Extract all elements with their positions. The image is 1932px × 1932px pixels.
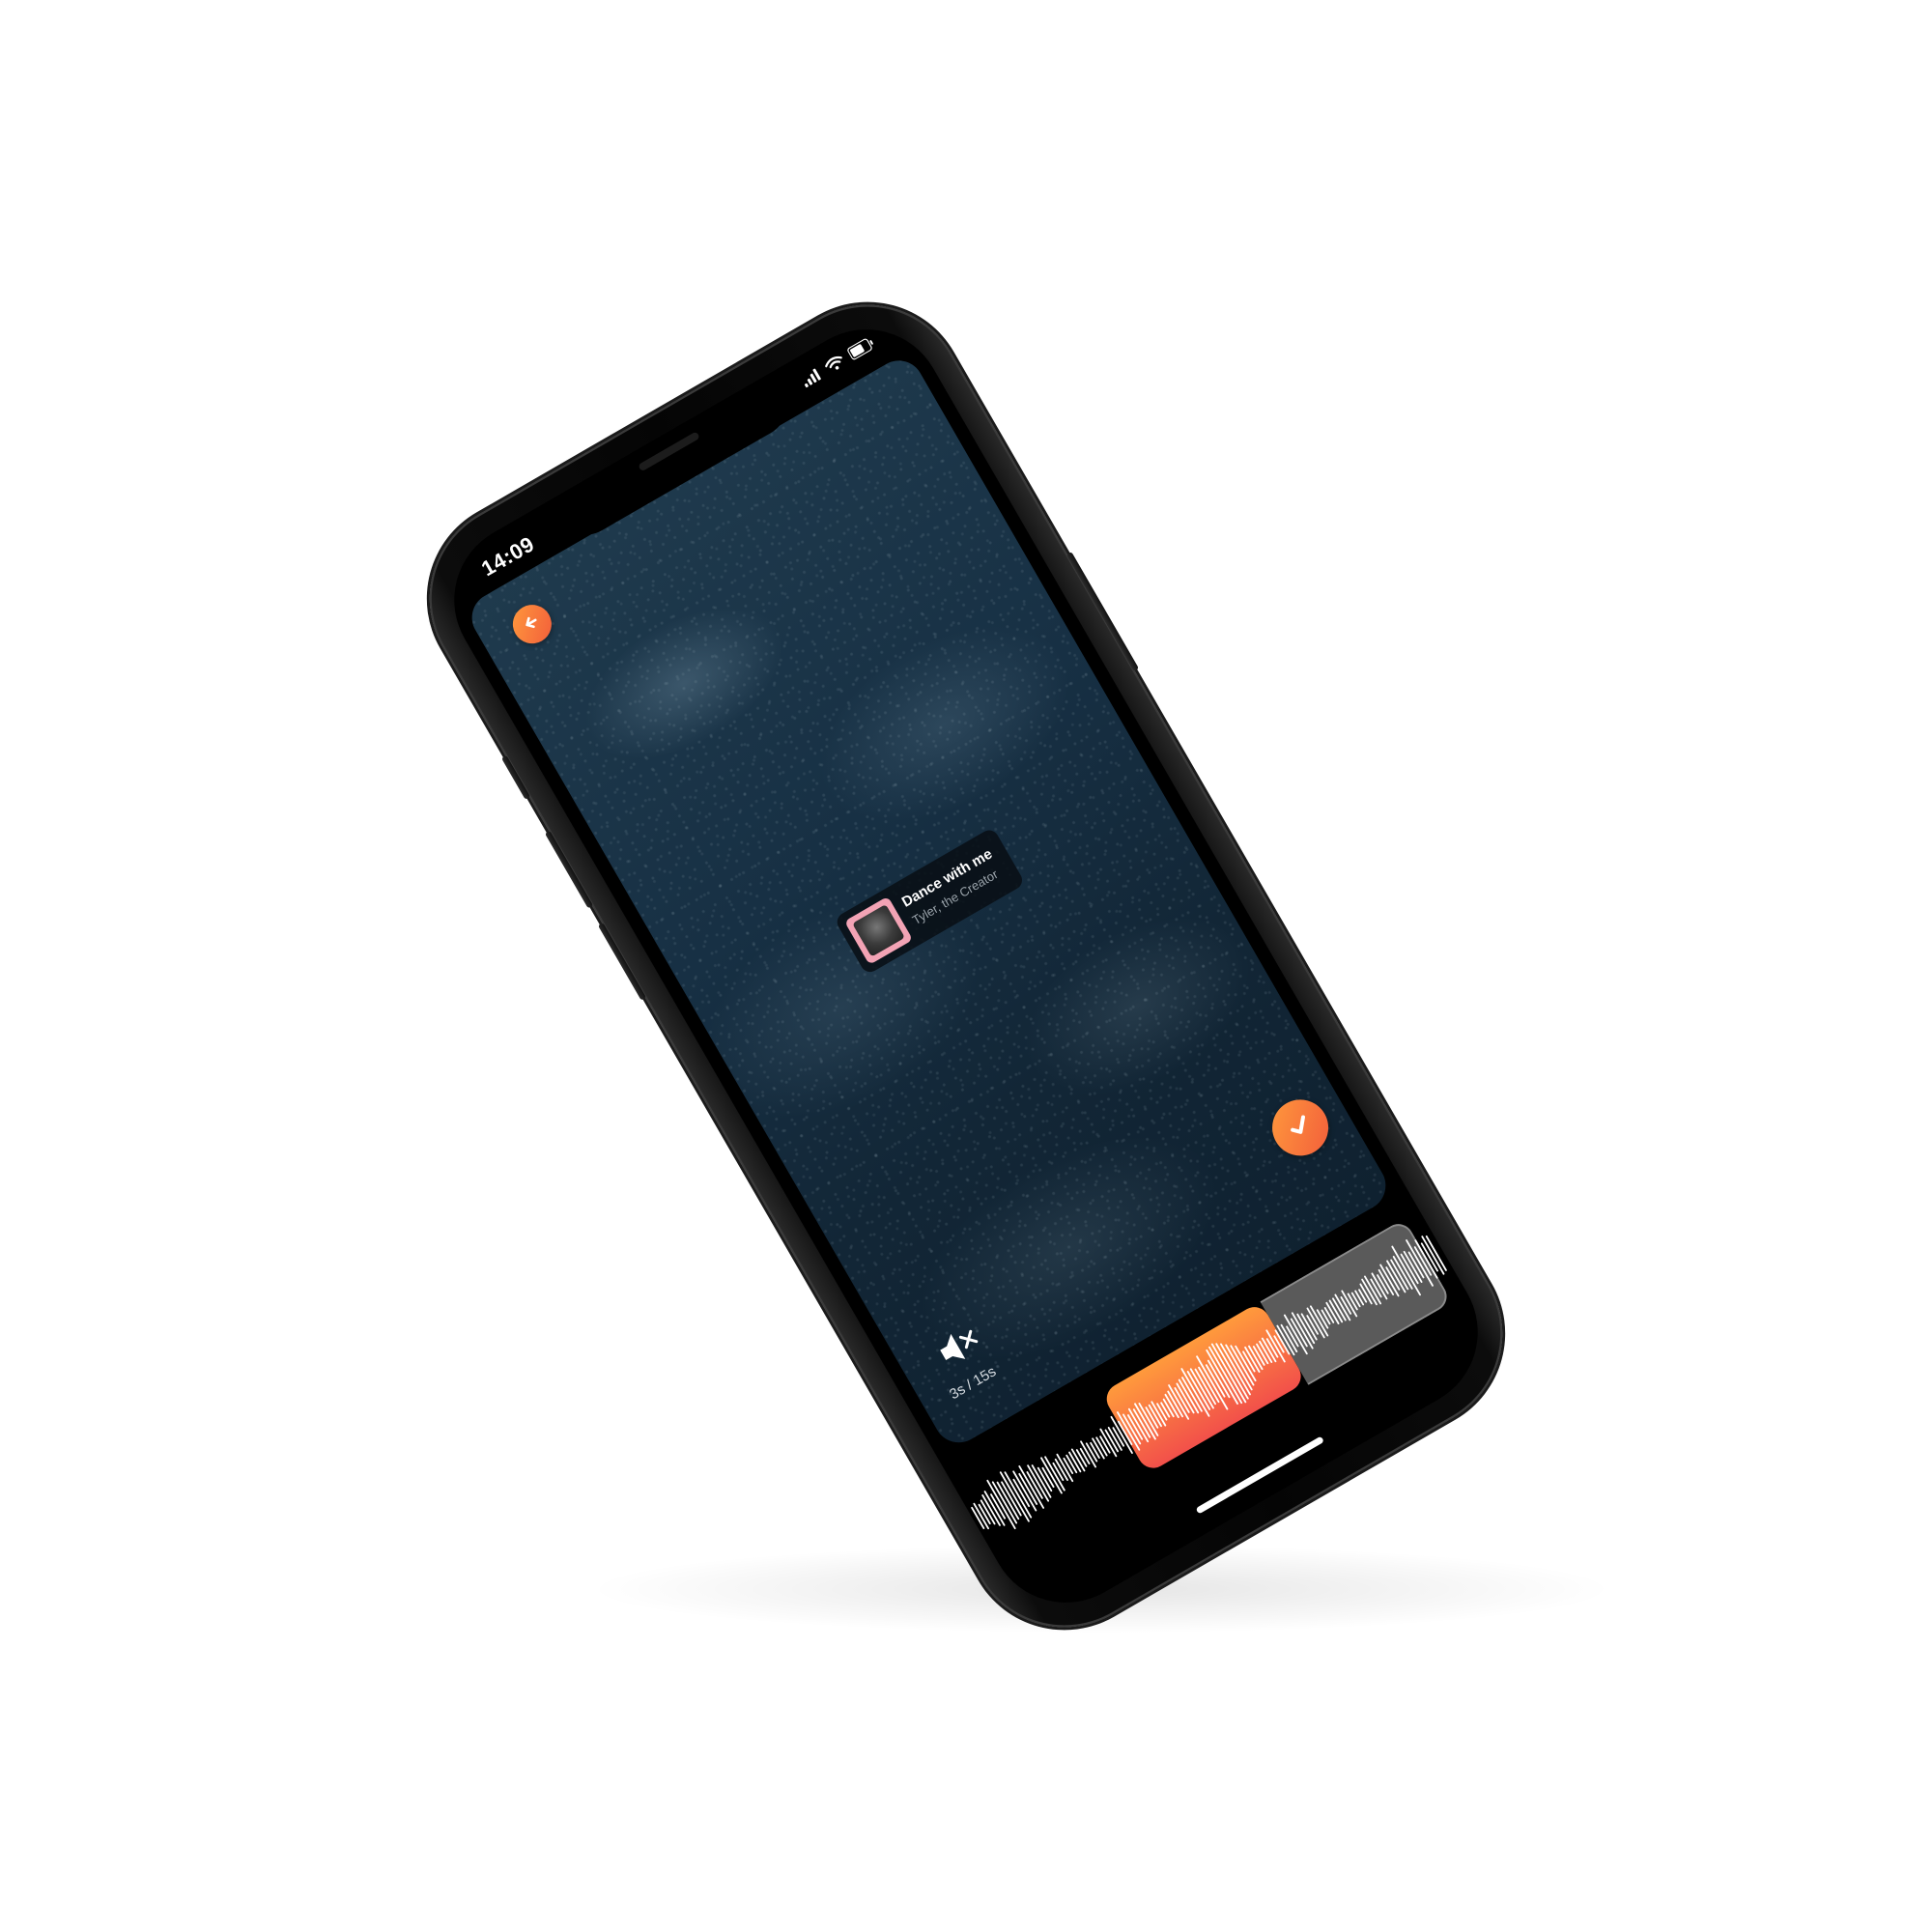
waveform-bar	[986, 1479, 1016, 1530]
waveform-bar	[1001, 1481, 1022, 1517]
waveform-bar	[1044, 1456, 1065, 1492]
waveform-bar	[1127, 1407, 1150, 1443]
phone-screen: 14:09 Dance with me Tyler, the Creator 3…	[426, 300, 1506, 1632]
waveform-bar	[1235, 1345, 1257, 1382]
mockup-stage: 14:09 Dance with me Tyler, the Creator 3…	[0, 0, 1932, 1932]
album-art	[844, 895, 914, 965]
waveform-bar	[1080, 1440, 1097, 1468]
arrow-left-icon	[518, 609, 547, 639]
waveform-bar	[1194, 1368, 1217, 1406]
waveform-bar	[1167, 1390, 1184, 1418]
battery-icon	[846, 335, 879, 364]
cellular-signal-icon	[800, 366, 826, 391]
waveform-bar	[1099, 1428, 1118, 1458]
waveform-bar	[1180, 1368, 1210, 1417]
wifi-icon	[823, 353, 849, 378]
waveform-bar	[999, 1471, 1030, 1522]
waveform-bar	[1280, 1323, 1298, 1353]
waveform-bar	[1371, 1272, 1388, 1300]
checkmark-icon	[1279, 1106, 1321, 1150]
phone-device: 14:09 Dance with me Tyler, the Creator 3…	[394, 270, 1538, 1662]
waveform-bar	[983, 1491, 1006, 1526]
waveform-bar	[1012, 1478, 1031, 1508]
album-photo	[852, 903, 905, 957]
waveform-bar	[1178, 1378, 1200, 1414]
waveform-bar	[1290, 1318, 1308, 1348]
waveform-bar	[1198, 1366, 1220, 1404]
waveform-bar	[1208, 1346, 1243, 1405]
waveform-bar	[1026, 1471, 1043, 1499]
waveform-bar	[1391, 1245, 1421, 1296]
waveform-bar	[1300, 1313, 1318, 1341]
waveform-bar	[1334, 1293, 1351, 1321]
waveform-bar	[1358, 1289, 1368, 1303]
waveform-bar	[1215, 1343, 1249, 1400]
waveform-bar	[1361, 1278, 1378, 1306]
waveform-bar	[1181, 1377, 1203, 1412]
waveform-bar	[1364, 1275, 1382, 1305]
waveform-bar	[1056, 1453, 1074, 1483]
waveform-bar	[1420, 1242, 1438, 1272]
waveform-bar	[1407, 1251, 1425, 1279]
waveform-bar	[1341, 1290, 1358, 1318]
waveform-bar	[1168, 1384, 1190, 1420]
